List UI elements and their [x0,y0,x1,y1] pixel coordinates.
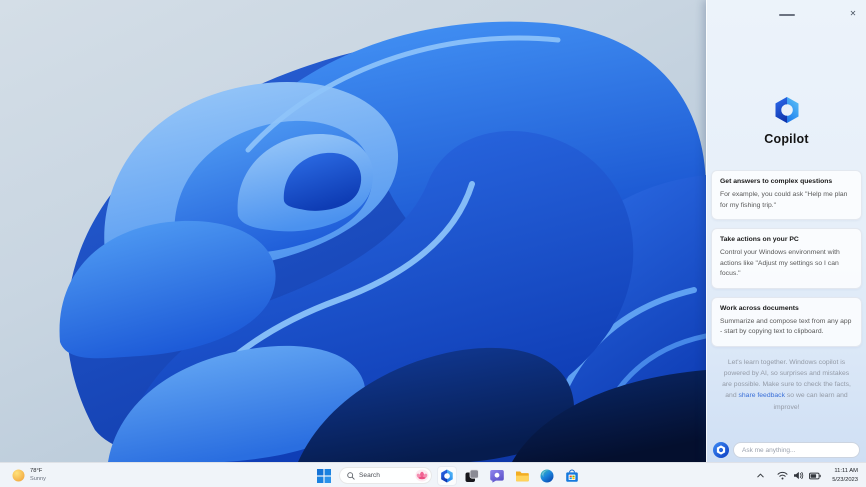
tray-time: 11:11 AM [834,468,858,475]
clock-widget[interactable]: 11:11 AM 5/23/2023 [830,466,860,484]
page-title: Copilot [764,132,809,146]
tray-date: 5/23/2023 [832,476,858,483]
chat-icon [490,469,504,483]
disclaimer-post: so we can learn and improve! [773,392,848,411]
card-title: Take actions on your PC [720,236,799,244]
taskbar-center-group: Search [314,463,582,487]
battery-icon [809,472,821,479]
card-take-actions[interactable]: Take actions on your PC Control your Win… [711,228,862,289]
task-view-icon [465,468,479,482]
search-box[interactable]: Search [339,467,432,484]
store-icon [566,469,578,482]
tray-hidden-icons[interactable] [753,469,768,482]
ai-disclaimer-text: Let's learn together. Windows copilot is… [707,357,866,413]
ask-me-anything-input[interactable] [733,442,860,458]
taskbar-task-view-button[interactable] [462,466,482,486]
drag-handle-icon[interactable] [778,14,795,16]
card-title: Get answers to complex questions [720,178,833,185]
share-feedback-link[interactable]: share feedback [739,392,785,399]
sun-icon [12,469,25,482]
copilot-badge-icon [713,442,729,458]
card-title: Work across documents [720,304,799,312]
chat-input-row [713,442,860,458]
file-explorer-icon [516,471,529,481]
card-get-answers[interactable]: Get answers to complex questions For exa… [711,170,862,221]
close-icon[interactable]: ✕ [847,8,859,20]
bloom-wallpaper-art [59,21,706,462]
desktop-wallpaper [0,0,706,462]
start-button[interactable] [314,466,334,486]
card-body: Summarize and compose text from any app … [720,317,852,336]
card-body: Control your Windows environment with ac… [720,249,840,278]
speaker-icon [794,471,804,480]
taskbar: 78°F Sunny Search 11:11 AM 5/23/2023 [0,462,866,487]
taskbar-file-explorer-button[interactable] [512,466,532,486]
start-icon [317,468,331,483]
copilot-logo-icon [773,96,801,124]
taskbar-chat-button[interactable] [487,466,507,486]
taskbar-copilot-button[interactable] [437,465,457,486]
edge-icon [540,469,554,482]
search-highlight-flower-icon[interactable] [415,469,429,482]
taskbar-edge-button[interactable] [537,466,557,486]
search-icon [347,471,355,480]
weather-widget[interactable]: 78°F Sunny [9,465,49,486]
weather-temperature: 78°F [30,468,43,475]
weather-condition: Sunny [30,475,46,482]
card-work-across-documents[interactable]: Work across documents Summarize and comp… [711,296,862,347]
wifi-icon [777,471,788,480]
copilot-panel: ✕ Copilot Get answers to complex questio… [706,0,866,462]
system-tray: 11:11 AM 5/23/2023 [753,463,862,487]
search-placeholder-label: Search [359,472,380,479]
card-body: For example, you could ask "Help me plan… [720,191,848,209]
copilot-icon [441,469,453,482]
tray-status-icons[interactable] [774,469,824,482]
suggestion-cards: Get answers to complex questions For exa… [707,170,866,347]
taskbar-store-button[interactable] [562,466,582,486]
windows-desktop-screen: ✕ Copilot Get answers to complex questio… [0,0,866,487]
chevron-up-icon [757,473,764,478]
